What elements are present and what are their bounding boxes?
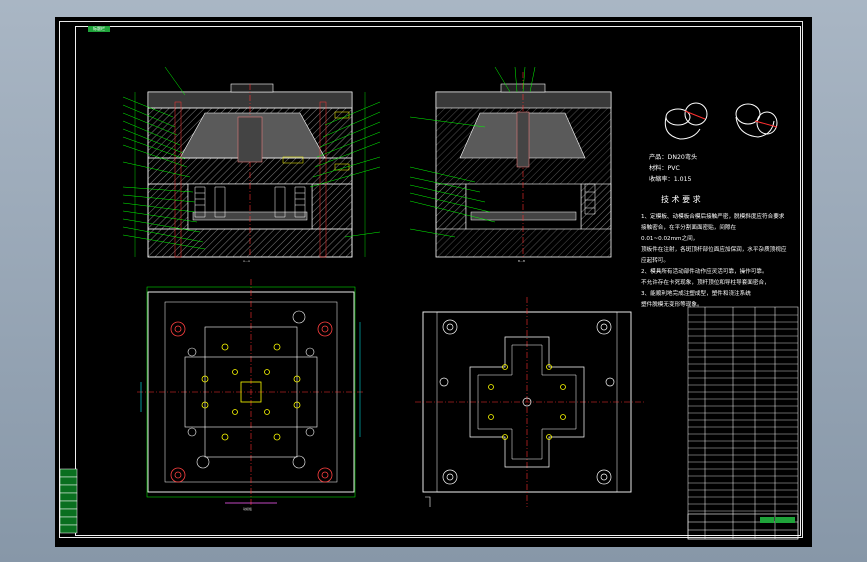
tech-requirement-line: 2、模具所有活动部件动作应灵活可靠，操作可靠。 (641, 269, 768, 275)
product-sketch (664, 102, 778, 140)
tech-requirements-title: 技 术 要 求 (661, 195, 701, 204)
material-line: 材料：PVC (649, 165, 680, 172)
shrinkage-line: 收缩率：1.015 (649, 176, 692, 183)
section-caption-left: A—A (243, 259, 251, 263)
plan-view-fixed (415, 297, 645, 507)
tech-requirement-line: 塑件脱模无变形等现象。 (641, 302, 703, 308)
tech-requirement-line: 应起转可。 (641, 258, 669, 264)
section-view-b (435, 72, 612, 258)
parts-list-rows (688, 314, 798, 512)
tech-requirement-line: 顶板件在注射，各斑顶杆部位面应加保润，水平杂质顶视应 (641, 247, 787, 253)
plan-caption-left: 动模板 (243, 507, 253, 511)
tech-requirement-line: 3、能顺利地完成注塑成型，塑件和浇注系统 (641, 291, 751, 297)
revision-block (59, 468, 78, 534)
parts-list-table (687, 306, 799, 540)
title-block (687, 513, 799, 540)
plan-view-moving (137, 279, 365, 507)
product-line: 产品：DN20弯头 (649, 154, 698, 161)
tech-requirement-line: 0.01~0.02mm之间， (641, 236, 699, 242)
tech-requirement-line: 不允许存在卡死现象，顶杆顶位和导柱导套面密合， (641, 280, 770, 286)
tech-requirement-line: 接触密合，在平分割面面密贴，间隙在 (641, 225, 737, 231)
drawing-canvas[interactable]: 标题栏 产品：DN20弯头 材料：PVC 收缩率：1.015 技 术 要 求 1… (55, 17, 812, 547)
tech-requirement-line: 1、定模板、动模板合模后接触严密，脱模斜度应符合要求 (641, 214, 785, 220)
section-view-a (134, 83, 366, 258)
section-caption-right: B—B (518, 259, 526, 263)
